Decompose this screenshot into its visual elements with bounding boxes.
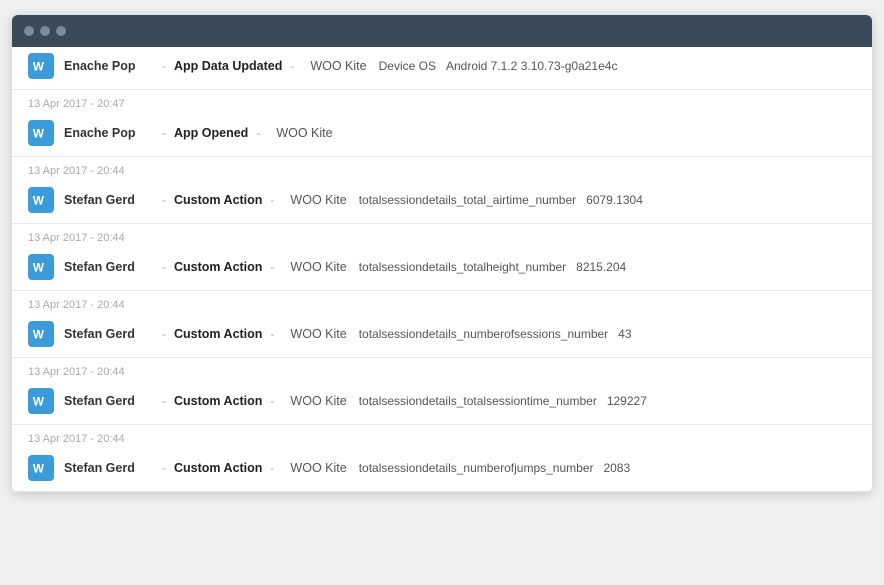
event-action: Custom Action [174,394,262,408]
woo-icon: W [28,120,54,146]
event-action: Custom Action [174,461,262,475]
dot-1 [24,26,34,36]
event-detail: totalsessiondetails_totalheight_number [359,260,566,274]
event-user: Enache Pop [64,59,154,73]
event-group: 13 Apr 2017 - 20:44 W Stefan Gerd-Custom… [12,224,872,291]
event-detail: totalsessiondetails_numberofsessions_num… [359,327,608,341]
woo-icon: W [28,455,54,481]
event-row: W Stefan Gerd-Custom Action-WOO Kitetota… [12,315,872,357]
event-action: Custom Action [174,260,262,274]
separator-1: - [162,260,166,274]
event-app: WOO Kite [290,193,346,207]
event-app: WOO Kite [290,327,346,341]
separator-1: - [162,59,166,73]
dot-3 [56,26,66,36]
event-user: Stefan Gerd [64,260,154,274]
event-group: 13 Apr 2017 - 20:44 W Stefan Gerd-Custom… [12,291,872,358]
event-value: 2083 [603,461,630,475]
event-user: Stefan Gerd [64,461,154,475]
separator-2: - [270,327,274,341]
event-action: Custom Action [174,193,262,207]
event-value: 129227 [607,394,647,408]
event-value: Android 7.1.2 3.10.73-g0a21e4c [446,59,617,73]
event-list[interactable]: W Enache Pop-App Data Updated-WOO KiteDe… [12,47,872,492]
separator-1: - [162,394,166,408]
event-user: Stefan Gerd [64,394,154,408]
event-timestamp: 13 Apr 2017 - 20:47 [12,90,872,114]
separator-1: - [162,126,166,140]
separator-2: - [270,260,274,274]
separator-2: - [270,461,274,475]
event-app: WOO Kite [290,394,346,408]
separator-1: - [162,327,166,341]
svg-text:W: W [33,128,45,141]
event-group: 13 Apr 2017 - 20:47 W Enache Pop-App Ope… [12,90,872,157]
event-timestamp: 13 Apr 2017 - 20:44 [12,224,872,248]
woo-icon: W [28,53,54,79]
event-detail: totalsessiondetails_totalsessiontime_num… [359,394,597,408]
event-row: W Enache Pop-App Data Updated-WOO KiteDe… [12,47,872,89]
event-value: 6079.1304 [586,193,643,207]
event-action: Custom Action [174,327,262,341]
svg-text:W: W [33,329,45,342]
event-user: Stefan Gerd [64,327,154,341]
event-app: WOO Kite [290,461,346,475]
event-detail: totalsessiondetails_total_airtime_number [359,193,576,207]
svg-text:W: W [33,262,45,275]
woo-icon: W [28,187,54,213]
titlebar [12,15,872,47]
event-row: W Enache Pop-App Opened-WOO Kite [12,114,872,156]
event-value: 43 [618,327,631,341]
event-app: WOO Kite [276,126,332,140]
event-app: WOO Kite [290,260,346,274]
svg-text:W: W [33,195,45,208]
event-app: WOO Kite [310,59,366,73]
separator-1: - [162,193,166,207]
separator-2: - [256,126,260,140]
woo-icon: W [28,388,54,414]
separator-2: - [290,59,294,73]
event-value: 8215.204 [576,260,626,274]
window-controls [24,26,66,36]
event-timestamp: 13 Apr 2017 - 20:44 [12,425,872,449]
event-group: W Enache Pop-App Data Updated-WOO KiteDe… [12,47,872,90]
event-row: W Stefan Gerd-Custom Action-WOO Kitetota… [12,248,872,290]
separator-2: - [270,193,274,207]
event-detail: Device OS [379,59,436,73]
event-group: 13 Apr 2017 - 20:44 W Stefan Gerd-Custom… [12,425,872,492]
separator-2: - [270,394,274,408]
event-user: Enache Pop [64,126,154,140]
event-detail: totalsessiondetails_numberofjumps_number [359,461,594,475]
svg-text:W: W [33,61,45,74]
separator-1: - [162,461,166,475]
event-row: W Stefan Gerd-Custom Action-WOO Kitetota… [12,382,872,424]
main-window: W Enache Pop-App Data Updated-WOO KiteDe… [12,15,872,492]
event-timestamp: 13 Apr 2017 - 20:44 [12,157,872,181]
woo-icon: W [28,321,54,347]
event-action: App Data Updated [174,59,282,73]
event-timestamp: 13 Apr 2017 - 20:44 [12,291,872,315]
event-action: App Opened [174,126,248,140]
event-row: W Stefan Gerd-Custom Action-WOO Kitetota… [12,181,872,223]
svg-text:W: W [33,463,45,476]
woo-icon: W [28,254,54,280]
event-row: W Stefan Gerd-Custom Action-WOO Kitetota… [12,449,872,491]
event-group: 13 Apr 2017 - 20:44 W Stefan Gerd-Custom… [12,358,872,425]
event-group: 13 Apr 2017 - 20:44 W Stefan Gerd-Custom… [12,157,872,224]
event-timestamp: 13 Apr 2017 - 20:44 [12,358,872,382]
dot-2 [40,26,50,36]
event-user: Stefan Gerd [64,193,154,207]
svg-text:W: W [33,396,45,409]
